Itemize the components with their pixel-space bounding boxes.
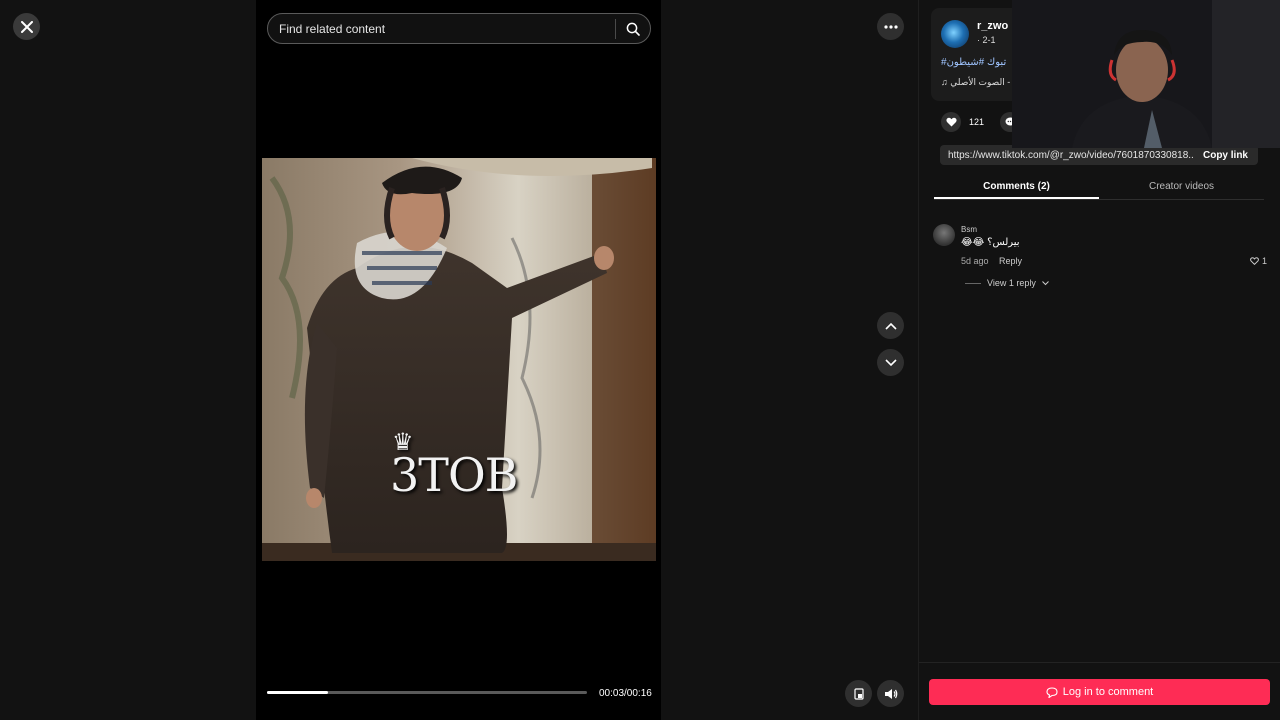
webcam-overlay (1012, 0, 1280, 148)
comment-meta: 5d ago Reply (961, 256, 1022, 266)
comment-text: 😂😂 بيرلس؟ (961, 237, 1020, 248)
previous-video-button[interactable] (877, 312, 904, 339)
post-date: · 2-1 (977, 35, 996, 45)
search-icon (626, 22, 640, 36)
more-icon (883, 24, 898, 29)
commenter-username[interactable]: Bsm (961, 225, 977, 234)
watermark-text: 3TOB (390, 448, 518, 502)
webcam-person-image (1012, 0, 1280, 148)
share-link-bar: https://www.tiktok.com/@r_zwo/video/7601… (940, 145, 1258, 165)
heart-icon (945, 117, 957, 127)
sound-row[interactable]: ♫ الصوت الأصلي - (941, 77, 1010, 88)
comment-age: 5d ago (961, 256, 989, 266)
video-watermark: ♛ 3TOB (390, 428, 518, 502)
search-bar (267, 13, 651, 44)
like-button[interactable] (941, 112, 961, 132)
time-readout: 00:03/00:16 (599, 688, 652, 699)
share-url: https://www.tiktok.com/@r_zwo/video/7601… (948, 149, 1193, 161)
volume-icon (884, 688, 897, 699)
comment-like-button[interactable]: 1 (1250, 256, 1267, 266)
search-button[interactable] (616, 13, 650, 44)
comment-footer: Log in to comment (919, 662, 1280, 720)
video-frame[interactable]: ♛ 3TOB (262, 158, 656, 561)
chevron-down-icon (1042, 280, 1049, 285)
copy-link-button[interactable]: Copy link (1192, 149, 1258, 161)
volume-button[interactable] (877, 680, 904, 707)
like-count: 121 (969, 117, 985, 127)
video-stage: ♛ 3TOB 00:03/00:16 (0, 0, 918, 720)
close-icon (20, 20, 33, 33)
progress-fill (267, 691, 328, 694)
pip-icon (853, 687, 864, 700)
avatar[interactable] (941, 20, 969, 48)
commenter-avatar[interactable] (933, 224, 955, 246)
chevron-down-icon (884, 358, 897, 366)
chevron-up-icon (884, 322, 897, 330)
progress-bar[interactable] (267, 691, 587, 694)
search-input[interactable] (268, 21, 615, 36)
panel-tabs: Comments (2) Creator videos (934, 176, 1264, 200)
next-video-button[interactable] (877, 349, 904, 376)
author-username[interactable]: r_zwo (977, 20, 1008, 32)
view-replies-label: View 1 reply (987, 278, 1036, 288)
reply-divider-line (965, 282, 981, 284)
pip-button[interactable] (845, 680, 872, 707)
tab-creator-videos[interactable]: Creator videos (1099, 176, 1264, 199)
crown-icon: ♛ (392, 428, 413, 456)
login-label: Log in to comment (1062, 686, 1154, 698)
more-button[interactable] (877, 13, 904, 40)
music-note-icon: ♫ (941, 77, 948, 87)
action-row: 121 (941, 112, 1021, 132)
close-button[interactable] (13, 13, 40, 40)
comment-like-count: 1 (1261, 256, 1267, 266)
heart-outline-icon (1250, 257, 1259, 265)
chat-icon (1046, 686, 1058, 698)
hashtags[interactable]: #تبوك #شيطون (941, 57, 1006, 68)
view-replies-button[interactable]: View 1 reply (965, 278, 1049, 288)
login-to-comment-button[interactable]: Log in to comment (929, 679, 1270, 705)
reply-button[interactable]: Reply (999, 256, 1022, 266)
tab-comments[interactable]: Comments (2) (934, 176, 1099, 199)
sound-title: الصوت الأصلي - (950, 77, 1011, 87)
